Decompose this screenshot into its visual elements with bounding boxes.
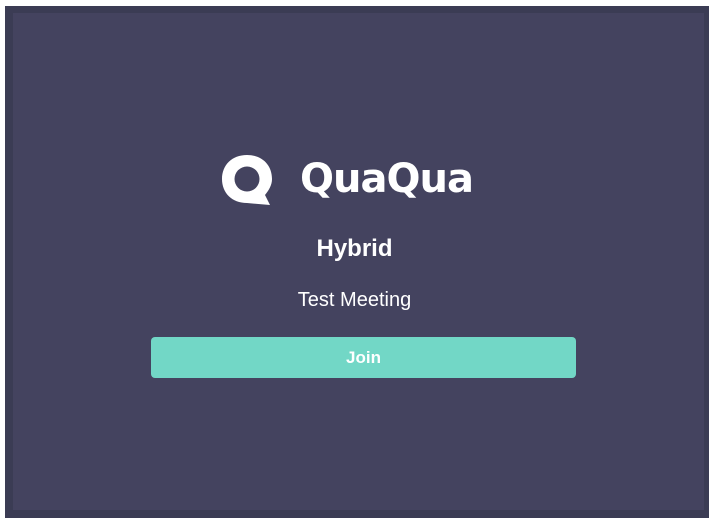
- brand-name: QuaQua: [300, 156, 474, 202]
- meeting-name: Test Meeting: [297, 289, 412, 311]
- space-title: Hybrid: [316, 235, 393, 262]
- join-button[interactable]: Join: [151, 337, 576, 378]
- quaqua-logo: QuaQua: [218, 151, 474, 207]
- quaqua-speech-bubble-icon: [222, 155, 272, 205]
